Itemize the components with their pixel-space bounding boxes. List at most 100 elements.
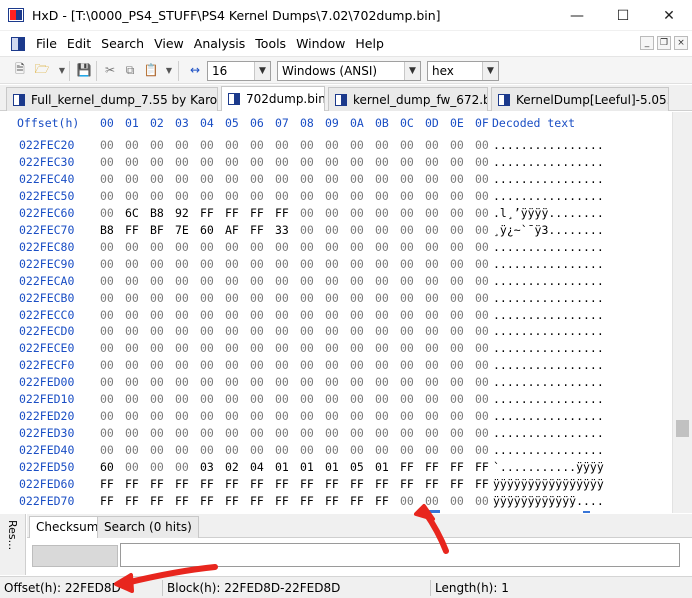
hex-byte[interactable]: 33 — [275, 222, 289, 239]
hex-byte[interactable]: FF — [350, 493, 364, 510]
hex-byte[interactable]: 00 — [425, 323, 439, 340]
hex-byte[interactable]: 00 — [125, 256, 139, 273]
hex-byte[interactable]: FF — [175, 476, 189, 493]
decoded-text[interactable]: ................ — [493, 239, 604, 256]
hex-byte[interactable]: FF — [400, 459, 414, 476]
hex-byte[interactable]: FF — [325, 476, 339, 493]
hex-byte[interactable]: 00 — [300, 205, 314, 222]
hex-byte[interactable]: 00 — [125, 273, 139, 290]
hex-byte[interactable]: FF — [350, 476, 364, 493]
hex-byte[interactable]: 60 — [200, 222, 214, 239]
hex-byte[interactable]: FF — [225, 205, 239, 222]
save-button[interactable]: 💾 — [76, 62, 92, 78]
hex-byte[interactable]: 00 — [475, 442, 489, 459]
hex-byte[interactable]: 00 — [350, 323, 364, 340]
close-button[interactable]: ✕ — [646, 0, 692, 31]
hex-byte[interactable]: 00 — [375, 222, 389, 239]
hex-byte[interactable]: 00 — [100, 307, 114, 324]
hex-byte[interactable]: 00 — [275, 425, 289, 442]
hex-byte[interactable]: FF — [225, 493, 239, 510]
hex-byte[interactable]: 00 — [375, 137, 389, 154]
hex-byte[interactable]: 00 — [425, 374, 439, 391]
hex-byte[interactable]: 04 — [250, 459, 264, 476]
hex-byte[interactable]: 00 — [325, 374, 339, 391]
minimize-button[interactable]: — — [554, 0, 600, 31]
hex-byte[interactable]: 00 — [425, 171, 439, 188]
hex-byte[interactable]: 00 — [375, 340, 389, 357]
hex-byte[interactable]: 00 — [200, 374, 214, 391]
hex-byte[interactable]: 00 — [350, 391, 364, 408]
hex-byte[interactable]: FF — [300, 493, 314, 510]
hex-byte[interactable]: 00 — [175, 340, 189, 357]
hex-byte[interactable]: 00 — [275, 408, 289, 425]
hex-byte[interactable]: 00 — [250, 340, 264, 357]
hex-byte[interactable]: 00 — [200, 408, 214, 425]
hex-byte[interactable]: FF — [400, 476, 414, 493]
hex-byte[interactable]: FF — [125, 493, 139, 510]
hex-byte[interactable]: 00 — [200, 510, 214, 513]
hex-byte[interactable]: 00 — [450, 357, 464, 374]
hex-row[interactable]: 022FECD0 00 00 00 00 00 00 00 00 00 00 00 00 00 00 00 00… — [0, 323, 672, 340]
hex-byte[interactable]: 00 — [150, 256, 164, 273]
hex-byte[interactable]: 00 — [200, 188, 214, 205]
hex-byte[interactable]: 00 — [300, 154, 314, 171]
hex-byte[interactable]: 00 — [275, 188, 289, 205]
hex-row[interactable]: 022FECC0 00 00 00 00 00 00 00 00 00 00 00 00 00 00 00 00… — [0, 307, 672, 324]
hex-byte[interactable]: 00 — [150, 323, 164, 340]
hex-byte[interactable]: 00 — [300, 510, 314, 513]
menu-analysis[interactable]: Analysis — [189, 36, 251, 51]
hex-byte[interactable]: 00 — [325, 137, 339, 154]
hex-row[interactable]: 022FED70 FF FF FF FF FF FF FF FF FF FF FF FF 00 00 00 00… — [0, 493, 672, 510]
hex-byte[interactable]: FF — [125, 476, 139, 493]
hex-byte[interactable]: AF — [225, 222, 239, 239]
hex-byte[interactable]: 00 — [425, 442, 439, 459]
hex-byte[interactable]: 00 — [350, 442, 364, 459]
hex-byte[interactable]: 00 — [225, 408, 239, 425]
hex-byte[interactable]: 00 — [350, 425, 364, 442]
hex-byte[interactable]: 00 — [400, 442, 414, 459]
hex-byte[interactable]: 00 — [125, 171, 139, 188]
hex-byte[interactable]: 00 — [225, 357, 239, 374]
hex-byte[interactable]: 00 — [125, 391, 139, 408]
hex-byte[interactable]: 00 — [175, 357, 189, 374]
hex-byte[interactable]: 00 — [150, 188, 164, 205]
hex-row[interactable]: 022FEC40 00 00 00 00 00 00 00 00 00 00 00 00 00 00 00 00… — [0, 171, 672, 188]
hex-row[interactable]: 022FED20 00 00 00 00 00 00 00 00 00 00 00 00 00 00 00 00… — [0, 408, 672, 425]
hex-byte[interactable]: 00 — [200, 154, 214, 171]
results-side-panel[interactable]: Res... — [0, 514, 26, 575]
hex-byte[interactable]: 00 — [350, 273, 364, 290]
hex-byte[interactable]: 00 — [125, 357, 139, 374]
hex-byte[interactable]: 00 — [125, 459, 139, 476]
hex-byte[interactable]: 13 — [475, 510, 489, 513]
hex-byte[interactable]: 00 — [375, 188, 389, 205]
hex-byte[interactable]: 00 — [275, 307, 289, 324]
hex-byte[interactable]: 00 — [425, 154, 439, 171]
hex-byte[interactable]: 00 — [150, 357, 164, 374]
hex-byte[interactable]: 00 — [400, 357, 414, 374]
hex-byte[interactable]: 00 — [475, 239, 489, 256]
hex-byte[interactable]: 00 — [100, 188, 114, 205]
open-dropdown-button[interactable]: ▼ — [54, 62, 70, 78]
hex-byte[interactable]: 00 — [375, 256, 389, 273]
hex-byte[interactable]: 00 — [475, 323, 489, 340]
hex-row[interactable]: 022FEC50 00 00 00 00 00 00 00 00 00 00 00 00 00 00 00 00… — [0, 188, 672, 205]
hex-byte[interactable]: F0 — [150, 510, 164, 513]
hex-byte[interactable]: 00 — [375, 391, 389, 408]
hex-editor-pane[interactable]: Offset(h) Decoded text 00 01 02 03 04 05 06 07 0… — [0, 112, 672, 513]
hex-byte[interactable]: 00 — [400, 374, 414, 391]
hex-byte[interactable]: 00 — [425, 290, 439, 307]
hex-byte[interactable]: 00 — [325, 239, 339, 256]
hex-byte[interactable]: 00 — [325, 340, 339, 357]
mdi-restore-button[interactable]: ❐ — [657, 36, 671, 50]
hex-byte[interactable]: 00 — [475, 188, 489, 205]
hex-byte[interactable]: FF — [250, 205, 264, 222]
hex-row[interactable]: 022FED10 00 00 00 00 00 00 00 00 00 00 00 00 00 00 00 00… — [0, 391, 672, 408]
hex-byte[interactable]: 00 — [225, 307, 239, 324]
hex-byte[interactable]: 00 — [425, 357, 439, 374]
hex-row[interactable]: 022FEC30 00 00 00 00 00 00 00 00 00 00 00 00 00 00 00 00… — [0, 154, 672, 171]
hex-byte[interactable]: 00 — [150, 137, 164, 154]
hex-byte[interactable]: 00 — [375, 442, 389, 459]
hex-byte[interactable]: 00 — [150, 408, 164, 425]
hex-byte[interactable]: 00 — [350, 374, 364, 391]
hex-byte[interactable]: FF — [175, 493, 189, 510]
